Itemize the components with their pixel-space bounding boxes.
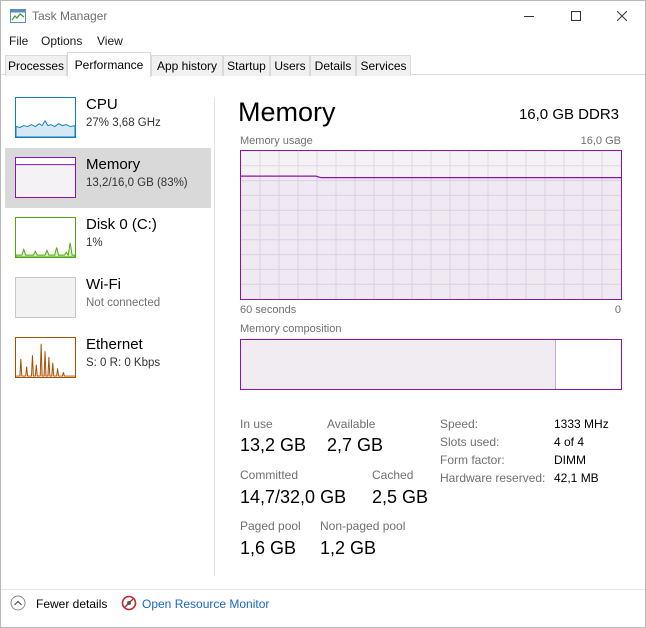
wifi-graph-thumbnail: [15, 277, 76, 318]
tab-app-history[interactable]: App history: [151, 55, 223, 76]
paged-pool-value: 1,6 GB: [240, 538, 297, 558]
cached-value: 2,5 GB: [372, 487, 429, 507]
footer-divider: [1, 589, 645, 590]
tab-services[interactable]: Services: [356, 55, 411, 76]
time-span-label: 60 seconds: [240, 304, 297, 316]
slots-used-label: Slots used:: [440, 435, 500, 449]
composition-free: [556, 340, 621, 389]
memory-usage-graph: [240, 150, 622, 300]
menu-options[interactable]: Options: [41, 34, 82, 48]
speed-value: 1333 MHz: [554, 417, 609, 431]
cached-label: Cached: [372, 468, 414, 482]
ethernet-graph-thumbnail: [15, 337, 76, 378]
hardware-reserved-label: Hardware reserved:: [440, 471, 546, 485]
tab-details[interactable]: Details: [310, 55, 356, 76]
sidebar-item-disk[interactable]: Disk 0 (C:) 1%: [5, 208, 211, 268]
memory-usage-label: Memory usage: [240, 135, 313, 147]
chevron-up-icon[interactable]: [10, 595, 26, 611]
sidebar-item-subtitle: 27% 3,68 GHz: [86, 117, 161, 129]
sidebar-item-memory[interactable]: Memory 13,2/16,0 GB (83%): [5, 148, 211, 208]
maximize-icon: [571, 11, 581, 21]
available-value: 2,7 GB: [327, 435, 384, 455]
committed-value: 14,7/32,0 GB: [240, 487, 347, 507]
window-title: Task Manager: [32, 9, 108, 23]
close-icon: [617, 11, 627, 21]
menu-view[interactable]: View: [97, 34, 123, 48]
composition-in-use: [241, 340, 557, 389]
memory-composition-bar: [240, 339, 622, 390]
panel-divider: [214, 98, 215, 576]
non-paged-pool-label: Non-paged pool: [320, 519, 406, 533]
memory-graph-thumbnail: [15, 157, 76, 198]
sidebar-item-title: CPU: [86, 96, 118, 113]
non-paged-pool-value: 1,2 GB: [320, 538, 377, 558]
tab-performance[interactable]: Performance: [67, 52, 151, 77]
sidebar-item-title: Memory: [86, 156, 141, 173]
form-factor-value: DIMM: [554, 453, 586, 467]
task-manager-window: Task Manager File Options View Processes…: [0, 0, 646, 628]
sidebar-item-wifi[interactable]: Wi-Fi Not connected: [5, 268, 211, 328]
time-end-label: 0: [614, 304, 621, 316]
title-bar: Task Manager: [1, 1, 645, 31]
page-title: Memory: [238, 97, 336, 127]
in-use-label: In use: [240, 417, 273, 431]
tab-startup[interactable]: Startup: [223, 55, 270, 76]
tab-strip: Processes Performance App history Startu…: [5, 52, 645, 77]
form-factor-label: Form factor:: [440, 453, 505, 467]
tab-processes[interactable]: Processes: [5, 55, 67, 76]
minimize-icon: [524, 16, 534, 17]
task-manager-icon: [10, 9, 26, 23]
menu-file[interactable]: File: [9, 34, 28, 48]
sidebar-item-cpu[interactable]: CPU 27% 3,68 GHz: [5, 88, 211, 148]
memory-composition-label: Memory composition: [240, 323, 342, 335]
sidebar-item-subtitle: 1%: [86, 237, 103, 249]
sidebar-item-title: Ethernet: [86, 336, 143, 353]
menu-bar: File Options View: [1, 31, 645, 51]
memory-usage-chart: [241, 151, 621, 299]
sidebar-item-ethernet[interactable]: Ethernet S: 0 R: 0 Kbps: [5, 328, 211, 388]
hardware-reserved-value: 42,1 MB: [554, 471, 599, 485]
memory-usage-max: 16,0 GB: [580, 135, 621, 147]
sidebar-item-subtitle: Not connected: [86, 297, 161, 309]
minimize-button[interactable]: [506, 1, 552, 31]
speed-label: Speed:: [440, 417, 479, 431]
close-button[interactable]: [599, 1, 645, 31]
maximize-button[interactable]: [553, 1, 599, 31]
sidebar-item-title: Disk 0 (C:): [86, 216, 157, 233]
sidebar-item-title: Wi-Fi: [86, 276, 121, 293]
resource-monitor-icon: [121, 595, 137, 611]
paged-pool-label: Paged pool: [240, 519, 301, 533]
committed-label: Committed: [240, 468, 299, 482]
fewer-details-button[interactable]: Fewer details: [36, 597, 107, 611]
slots-used-value: 4 of 4: [554, 435, 585, 449]
usage-area: [241, 176, 621, 299]
memory-capacity: 16,0 GB DDR3: [518, 106, 619, 123]
cpu-graph-thumbnail: [15, 97, 76, 138]
sidebar-item-subtitle: 13,2/16,0 GB (83%): [86, 177, 188, 189]
open-resource-monitor-link[interactable]: Open Resource Monitor: [142, 597, 269, 611]
sidebar-item-subtitle: S: 0 R: 0 Kbps: [86, 357, 161, 369]
in-use-value: 13,2 GB: [240, 435, 307, 455]
disk-graph-thumbnail: [15, 217, 76, 258]
available-label: Available: [327, 417, 376, 431]
tab-users[interactable]: Users: [270, 55, 310, 76]
